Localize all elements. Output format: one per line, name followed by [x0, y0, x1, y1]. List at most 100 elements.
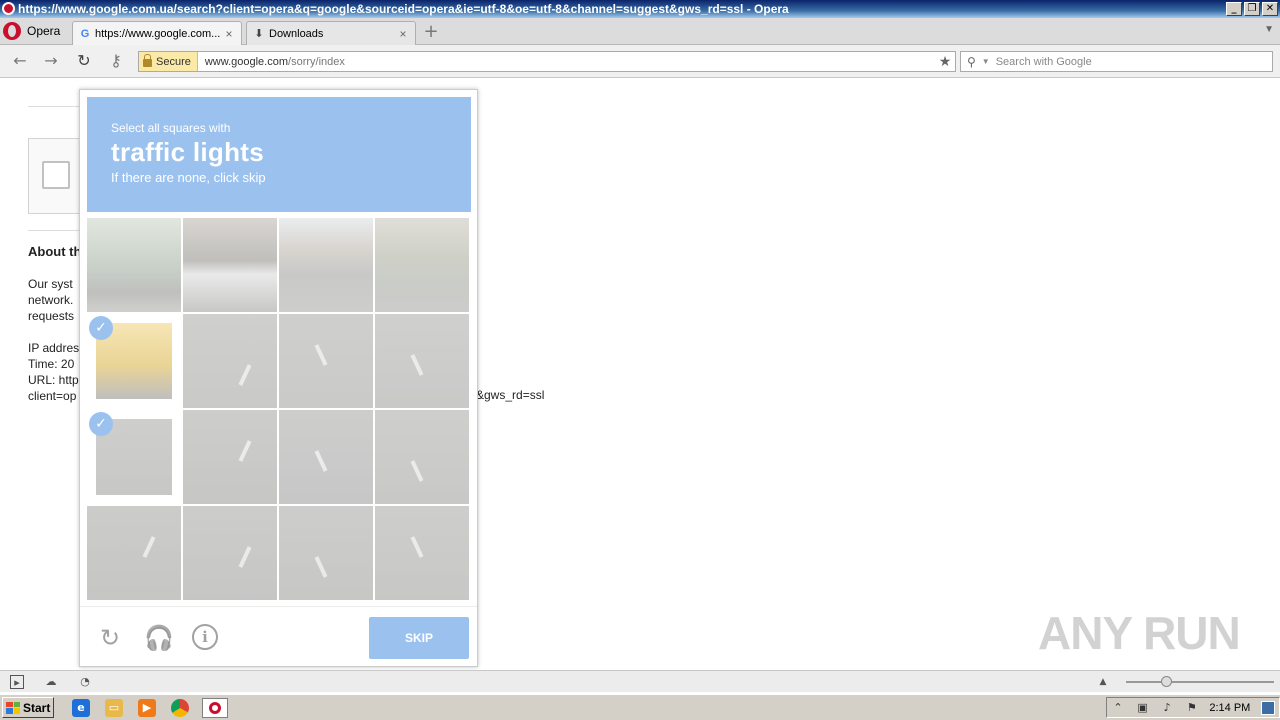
system-tray: ⌃ ▣ ♪ ⚑ 2:14 PM	[1106, 697, 1280, 718]
windows-logo-icon	[6, 701, 20, 714]
captcha-tile[interactable]	[183, 410, 277, 504]
search-placeholder: Search with Google	[995, 55, 1092, 68]
search-engine-dropdown-icon[interactable]: ▼	[982, 57, 990, 66]
captcha-tile[interactable]: ✓	[87, 410, 181, 504]
restore-button[interactable]: ❐	[1244, 2, 1260, 16]
captcha-tile[interactable]	[375, 506, 469, 600]
start-label: Start	[23, 700, 51, 715]
road-lane-marking	[410, 460, 424, 482]
captcha-tile[interactable]	[87, 218, 181, 312]
skip-button[interactable]: SKIP	[369, 617, 469, 659]
road-lane-marking	[238, 364, 252, 386]
zoom-slider-handle[interactable]	[1161, 676, 1172, 687]
captcha-instruction-small: Select all squares with	[111, 121, 231, 135]
minimize-button[interactable]: _	[1226, 2, 1242, 16]
window-title-bar: https://www.google.com.ua/search?client=…	[0, 0, 1280, 18]
windows-taskbar: Start e ▭ ▶ ⌃ ▣ ♪ ⚑ 2:14 PM	[0, 694, 1280, 720]
reload-icon[interactable]: ↻	[74, 52, 94, 70]
forward-arrow-icon[interactable]: →	[41, 52, 61, 70]
action-center-flag-icon[interactable]: ⚑	[1185, 701, 1199, 715]
cloud-sync-icon[interactable]: ☁	[44, 675, 58, 689]
para-line: Our syst	[28, 277, 73, 291]
clock[interactable]: 2:14 PM	[1209, 702, 1250, 714]
about-heading: About th	[28, 244, 82, 259]
back-arrow-icon[interactable]: ←	[10, 52, 30, 70]
show-desktop-button[interactable]	[1260, 700, 1275, 715]
media-player-icon[interactable]: ▶	[138, 699, 156, 717]
internet-explorer-icon[interactable]: e	[72, 699, 90, 717]
close-button[interactable]: ✕	[1262, 2, 1278, 16]
secure-badge[interactable]: Secure	[139, 52, 198, 71]
road-lane-marking	[314, 556, 328, 578]
bookmark-star-icon[interactable]: ★	[935, 54, 955, 70]
info-line: client=op	[28, 389, 77, 403]
reload-challenge-icon[interactable]: ↻	[96, 624, 124, 652]
captcha-tile[interactable]	[279, 218, 373, 312]
captcha-dialog: Select all squares with traffic lights I…	[79, 89, 478, 667]
speed-dial-icon[interactable]: ◔	[78, 675, 92, 689]
info-icon[interactable]: i	[192, 624, 218, 650]
tray-expand-icon[interactable]: ⌃	[1111, 701, 1125, 715]
zoom-slider-track[interactable]	[1126, 681, 1274, 683]
info-line: IP addres	[28, 341, 80, 355]
chrome-icon[interactable]	[171, 699, 189, 717]
volume-icon[interactable]: ♪	[1160, 701, 1174, 715]
para-line: network.	[28, 293, 74, 307]
captcha-tile[interactable]	[87, 506, 181, 600]
tab-menu-chevron-icon[interactable]: ▼	[1264, 24, 1274, 35]
captcha-tile[interactable]	[183, 218, 277, 312]
search-field[interactable]: ⚲ ▼ Search with Google	[960, 51, 1273, 72]
key-icon[interactable]: ⚷	[106, 52, 126, 70]
captcha-instruction-target: traffic lights	[111, 137, 264, 167]
captcha-tile[interactable]	[279, 506, 373, 600]
network-icon[interactable]: ▣	[1136, 701, 1150, 715]
panel-toggle-icon[interactable]: ▸	[10, 675, 24, 689]
road-lane-marking	[314, 450, 328, 472]
para-line: requests	[28, 309, 75, 323]
opera-menu-label: Opera	[27, 24, 61, 38]
recaptcha-checkbox[interactable]	[42, 161, 70, 189]
new-tab-button[interactable]: +	[422, 23, 440, 41]
tab-close-icon[interactable]: ×	[397, 27, 409, 41]
start-button[interactable]: Start	[2, 697, 54, 718]
google-favicon-icon: G	[80, 27, 90, 40]
info-line: URL: http	[28, 373, 79, 387]
captcha-tile[interactable]	[279, 314, 373, 408]
tab-bar: Opera G https://www.google.com... × ⬇ Do…	[0, 18, 1280, 45]
address-bar[interactable]: Secure www.google.com/sorry/index ★	[138, 51, 956, 72]
road-lane-marking	[410, 536, 424, 558]
captcha-tile[interactable]	[279, 410, 373, 504]
captcha-header: Select all squares with traffic lights I…	[87, 97, 471, 212]
tab-google[interactable]: G https://www.google.com... ×	[72, 21, 242, 45]
captcha-tile[interactable]: ✓	[87, 314, 181, 408]
tab-close-icon[interactable]: ×	[223, 27, 235, 41]
captcha-tile[interactable]	[375, 314, 469, 408]
downloads-favicon-icon: ⬇	[254, 27, 264, 40]
url-domain: www.google.com	[204, 55, 289, 68]
url-path: /sorry/index	[288, 55, 345, 68]
audio-challenge-headphones-icon[interactable]: 🎧	[144, 624, 174, 652]
opera-taskbar-button[interactable]	[202, 698, 228, 718]
captcha-tile[interactable]	[183, 506, 277, 600]
url-text[interactable]: www.google.com/sorry/index	[198, 56, 935, 68]
road-lane-marking	[142, 536, 156, 558]
captcha-footer: ↻ 🎧 i SKIP	[80, 606, 477, 666]
tile-selected-check-icon: ✓	[89, 316, 113, 340]
captcha-tile[interactable]	[375, 218, 469, 312]
road-lane-marking	[410, 354, 424, 376]
opera-logo-icon	[3, 22, 21, 40]
captcha-instruction-hint: If there are none, click skip	[111, 170, 266, 185]
window-title: https://www.google.com.ua/search?client=…	[18, 2, 789, 16]
view-toggle-icon[interactable]: ▲	[1096, 675, 1110, 689]
folder-icon[interactable]: ▭	[105, 699, 123, 717]
captcha-tile[interactable]	[183, 314, 277, 408]
navigation-bar: ← → ↻ ⚷ Secure www.google.com/sorry/inde…	[0, 45, 1280, 78]
opera-menu-button[interactable]: Opera	[0, 19, 64, 43]
search-icon: ⚲	[967, 54, 976, 69]
info-line: Time: 20	[28, 357, 75, 371]
status-bar: ▸ ☁ ◔ ▲	[0, 670, 1280, 692]
road-lane-marking	[314, 344, 328, 366]
anyrun-watermark: ANY RUN	[1038, 607, 1241, 659]
tab-downloads[interactable]: ⬇ Downloads ×	[246, 21, 416, 45]
captcha-tile[interactable]	[375, 410, 469, 504]
